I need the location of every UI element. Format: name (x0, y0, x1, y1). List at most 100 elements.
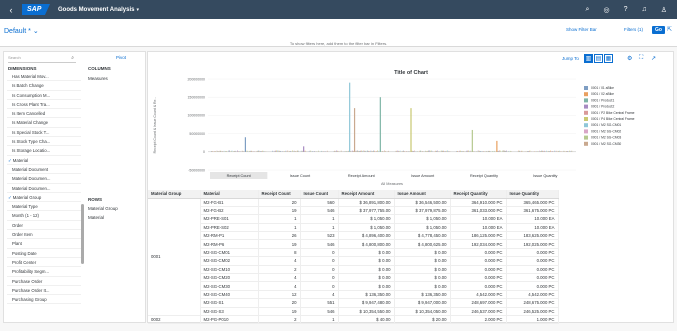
chart-bar[interactable] (567, 150, 569, 152)
column-header[interactable]: Receipt Count (258, 190, 301, 199)
chart-bar[interactable] (476, 151, 478, 152)
chart-bar[interactable] (277, 150, 278, 152)
chart-bar[interactable] (425, 151, 427, 152)
chart-bar[interactable] (349, 82, 351, 152)
chart-bar[interactable] (436, 150, 438, 152)
chart-bar[interactable] (318, 150, 319, 152)
chart-bar[interactable] (502, 150, 504, 152)
column-header[interactable]: Receipt Quantity (450, 190, 507, 199)
chart-bar[interactable] (326, 150, 328, 152)
chart-bar[interactable] (297, 150, 299, 152)
table-row[interactable]: M2-SG-S3 19 546 $ 10,354,550.00 $ 10,354,050… (148, 307, 559, 316)
chart-bar[interactable] (216, 150, 218, 152)
chart-bar[interactable] (519, 150, 521, 152)
table-row[interactable]: 0001 M2-FG-B1 20 560 $ 36,891,800.00 $ 36,546… (148, 198, 559, 316)
chart-bar[interactable] (226, 151, 227, 152)
chart-bar[interactable] (373, 150, 374, 152)
dimension-item[interactable]: Is Material Change (7, 118, 81, 128)
chart-bar[interactable] (258, 150, 260, 152)
chart-bar[interactable] (395, 150, 397, 152)
chart-bar[interactable] (459, 150, 461, 152)
table-icon[interactable]: ▤ (594, 54, 603, 63)
dimension-item[interactable]: Is Cross Plant Tra... (7, 100, 81, 110)
chart-bar[interactable] (300, 150, 302, 152)
chart-bar[interactable] (340, 150, 342, 152)
table-row[interactable]: M2-SG-S1 20 551 $ 9,947,480.00 $ 9,947,000.0… (148, 298, 559, 308)
dimension-item[interactable]: Posting Date (7, 249, 81, 258)
chart-bar[interactable] (503, 150, 505, 152)
chart-bar[interactable] (506, 150, 507, 152)
chart-bar[interactable] (303, 146, 305, 152)
chart-bar[interactable] (288, 151, 290, 152)
chart-bar[interactable] (388, 150, 390, 152)
chart-bar[interactable] (402, 151, 403, 152)
chart-bar[interactable] (458, 151, 460, 152)
chart-bar[interactable] (465, 151, 467, 152)
dimension-item[interactable]: Is Consumption M... (7, 91, 81, 100)
chart-bar[interactable] (321, 150, 323, 152)
chart-bar[interactable] (470, 151, 472, 152)
chart-bar[interactable] (518, 150, 520, 152)
chart-bar[interactable] (217, 150, 219, 152)
chart-bar[interactable] (554, 150, 555, 152)
chart-bar[interactable] (284, 151, 285, 152)
table-row[interactable]: M2-RM-P6 19 546 $ 4,800,800.00 $ 4,800,625.0… (148, 239, 559, 249)
chart-bar[interactable] (350, 151, 352, 152)
chart-bar[interactable] (334, 150, 336, 152)
legend-label[interactable]: 0001 / Product2 (591, 105, 614, 109)
chart-bar[interactable] (381, 151, 383, 152)
chart-bar[interactable] (428, 150, 430, 152)
chart-bar[interactable] (375, 151, 377, 152)
chart-bar[interactable] (420, 150, 422, 152)
chart-bar[interactable] (539, 150, 540, 152)
chart-bar[interactable] (521, 150, 523, 152)
share-icon[interactable]: ⇱ (667, 26, 672, 33)
chart-bar[interactable] (346, 151, 348, 152)
fullscreen-icon[interactable]: ⛶ (639, 55, 643, 62)
chart-bar[interactable] (570, 150, 572, 152)
chart-bar[interactable] (315, 151, 317, 152)
legend-label[interactable]: 0001 / 02 aBike (591, 92, 614, 96)
chart-bar[interactable] (440, 150, 442, 152)
chart-bar[interactable] (531, 151, 532, 152)
chart-bar[interactable] (468, 150, 469, 152)
chart-bar[interactable] (351, 150, 353, 152)
chart-bar[interactable] (498, 150, 500, 152)
chart-bar[interactable] (397, 150, 399, 152)
chart-bar[interactable] (462, 150, 464, 152)
dimension-item[interactable]: Month (1 - 12) (7, 211, 81, 221)
chart-bar[interactable] (447, 150, 448, 152)
table-row[interactable]: M2-SG-CM40 12 4 $ 136,350.00 $ 136,350.00 4,5… (148, 290, 559, 300)
search-icon[interactable]: ⌕ (586, 6, 590, 14)
chart-bar[interactable] (222, 151, 223, 152)
chart-bar[interactable] (471, 129, 473, 152)
dimension-item[interactable]: Has Material Mov... (7, 72, 81, 82)
dimension-item[interactable]: Material Document (7, 165, 81, 175)
chart-bar[interactable] (285, 150, 287, 152)
dimension-item[interactable]: Material Documen... (7, 184, 81, 193)
chart-bar[interactable] (249, 151, 251, 152)
table-row[interactable]: M2-SG-CM01 8 0 $ 0.00 $ 0.00 0.000 PC 0.000 PC (148, 248, 559, 258)
legend-label[interactable]: 0001 / M2 SG-CM30 (591, 142, 621, 146)
chart-bar[interactable] (480, 151, 481, 152)
table-row[interactable]: 0002 M2-PG-P010 2 1 $ 40.00 $ 20.00 2.000 PC 1.… (148, 315, 559, 324)
chart-bar[interactable] (478, 150, 480, 152)
column-header[interactable]: Issue Count (300, 190, 339, 199)
chart-bar[interactable] (425, 150, 426, 152)
dimension-item[interactable]: Material Group (7, 193, 81, 203)
chart-bar[interactable] (527, 151, 528, 152)
chart-bar[interactable] (211, 150, 213, 152)
chart-bar[interactable] (333, 151, 335, 152)
chart-bar[interactable] (413, 150, 415, 152)
chart-bar[interactable] (243, 151, 245, 152)
user-icon[interactable]: ♙ (661, 6, 667, 14)
chart-bar[interactable] (556, 150, 558, 152)
chart-bar[interactable] (384, 150, 386, 152)
legend-label[interactable]: 0001 / Product1 (591, 98, 614, 102)
chart-bar[interactable] (248, 150, 250, 152)
chart-bar[interactable] (423, 151, 425, 152)
app-title[interactable]: Goods Movement Analysis (58, 7, 134, 13)
chart-bar[interactable] (407, 151, 409, 152)
chart-bar[interactable] (413, 150, 414, 152)
chart-bar[interactable] (543, 150, 545, 152)
